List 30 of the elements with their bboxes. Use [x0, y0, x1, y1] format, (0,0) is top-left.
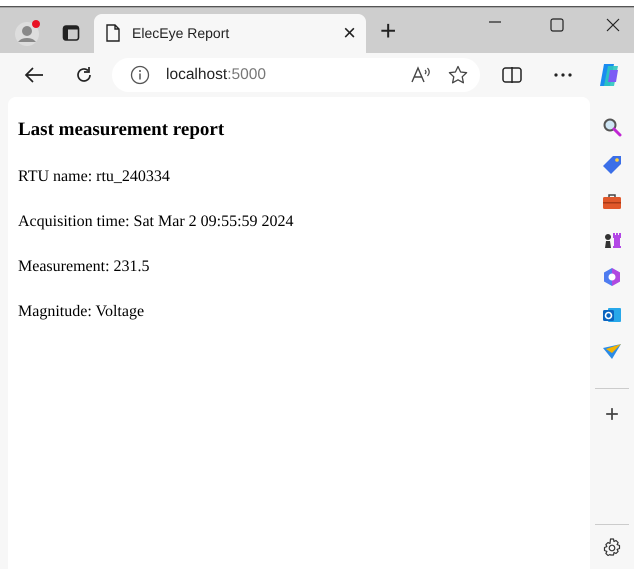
toolbox-icon[interactable] [602, 193, 622, 212]
refresh-icon[interactable] [74, 64, 94, 84]
info-icon[interactable] [130, 64, 150, 84]
url-port: :5000 [227, 64, 266, 85]
profile-icon[interactable] [14, 18, 42, 46]
address-bar[interactable]: localhost:5000 [112, 58, 480, 92]
add-button[interactable]: + [604, 403, 619, 427]
more-options-icon[interactable] [554, 72, 572, 76]
close-window-icon[interactable] [606, 18, 620, 32]
report-line: RTU name: rtu_240334 [18, 167, 171, 188]
back-icon[interactable] [24, 66, 44, 84]
report-heading: Last measurement report [18, 118, 226, 142]
new-tab-button[interactable]: + [380, 16, 396, 44]
tab-title: ElecEye Report [132, 24, 230, 43]
report-line: Acquisition time: Sat Mar 2 09:55:59 2024 [18, 212, 295, 232]
settings-icon[interactable] [602, 538, 622, 558]
page-icon [106, 24, 120, 42]
tag-icon[interactable] [602, 154, 622, 175]
favorite-star-icon[interactable] [448, 64, 468, 84]
read-aloud-icon[interactable] [410, 64, 432, 84]
report-line: Measurement: 231.5 [18, 257, 151, 278]
sidebar-toggle-icon[interactable] [62, 24, 80, 42]
url-host: localhost [166, 64, 228, 85]
browser-tab[interactable]: ElecEye Report × [94, 14, 366, 52]
paper-plane-icon[interactable] [602, 343, 622, 362]
maximize-icon[interactable] [550, 18, 564, 32]
split-screen-icon[interactable] [502, 66, 522, 84]
close-tab-button[interactable]: × [343, 22, 356, 44]
search-icon[interactable] [602, 117, 622, 138]
report-line: Magnitude: Voltage [18, 302, 146, 322]
